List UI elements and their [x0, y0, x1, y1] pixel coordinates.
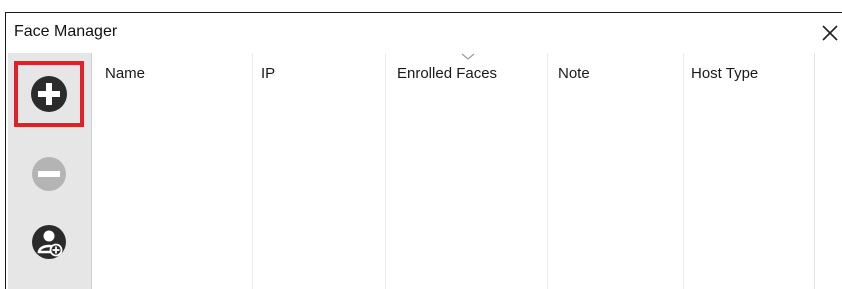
face-manager-window: Face Manager Name IP Enrolled Faces Note…: [0, 0, 842, 289]
close-icon: [822, 25, 838, 41]
column-header-name[interactable]: Name: [105, 65, 145, 82]
column-divider[interactable]: [252, 53, 253, 289]
user-add-icon: [32, 225, 66, 259]
column-header-ip[interactable]: IP: [261, 65, 275, 82]
window-frame-left: [5, 12, 6, 289]
add-user-button[interactable]: [14, 209, 84, 275]
window-title: Face Manager: [14, 23, 118, 40]
column-header-enrolled-faces[interactable]: Enrolled Faces: [397, 65, 497, 82]
top-bar: [0, 0, 842, 12]
column-header-host-type[interactable]: Host Type: [691, 65, 758, 82]
plus-circle-icon: [31, 76, 67, 112]
remove-face-button[interactable]: [14, 141, 84, 207]
face-toolbar: [8, 53, 91, 289]
column-divider-last: [814, 53, 815, 289]
column-divider[interactable]: [385, 53, 386, 289]
face-list[interactable]: Name IP Enrolled Faces Note Host Type: [91, 53, 842, 289]
add-face-button[interactable]: [14, 61, 84, 127]
title-bar: Face Manager: [6, 13, 842, 53]
column-divider[interactable]: [683, 53, 684, 289]
minus-circle-icon: [32, 157, 66, 191]
sort-indicator-icon: [461, 53, 475, 60]
close-button[interactable]: [818, 21, 842, 45]
column-header-note[interactable]: Note: [558, 65, 590, 82]
column-divider[interactable]: [547, 53, 548, 289]
